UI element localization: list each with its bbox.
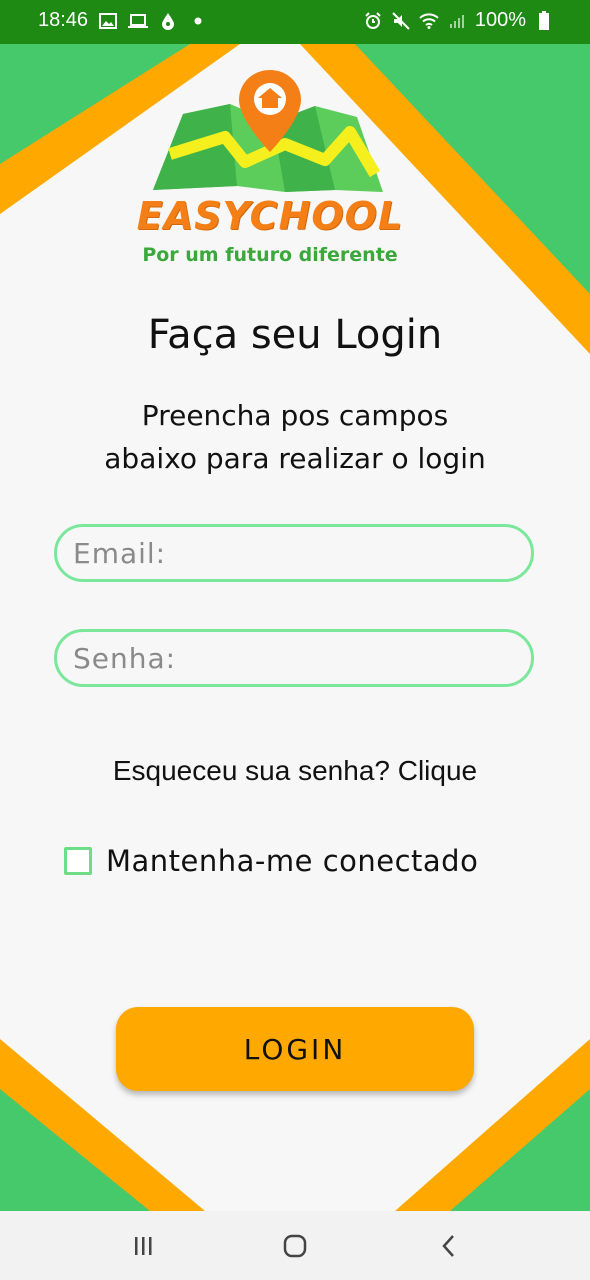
back-icon[interactable] xyxy=(432,1229,466,1263)
remember-me-checkbox[interactable] xyxy=(64,847,92,875)
subtitle-line-2: abaixo para realizar o login xyxy=(104,442,486,475)
status-left: 18:46 xyxy=(38,9,208,32)
remember-me[interactable]: Mantenha-me conectado xyxy=(64,844,478,878)
dot-icon xyxy=(188,11,208,31)
subtitle-line-1: Preencha pos campos xyxy=(141,399,449,432)
signal-icon xyxy=(447,11,467,31)
recent-apps-icon[interactable] xyxy=(126,1229,160,1263)
app-logo: EASYCHOOL Por um futuro diferente xyxy=(135,62,405,272)
forgot-password-link[interactable]: Esqueceu sua senha? Clique xyxy=(0,755,590,787)
status-right: 100% xyxy=(363,9,554,32)
login-button[interactable]: LOGIN xyxy=(116,1007,474,1091)
email-field[interactable] xyxy=(54,524,534,582)
image-icon xyxy=(98,11,118,31)
battery-percent: 100% xyxy=(474,9,526,31)
password-input[interactable] xyxy=(71,640,531,676)
logo-wordmark: EASYCHOOL xyxy=(136,194,404,238)
logo-tagline: Por um futuro diferente xyxy=(142,244,398,266)
email-input[interactable] xyxy=(71,535,531,571)
laptop-icon xyxy=(128,11,149,31)
battery-icon xyxy=(534,10,554,31)
status-bar: 18:46 100% xyxy=(0,0,590,44)
drop-icon xyxy=(158,11,178,31)
wifi-icon xyxy=(419,11,439,31)
remember-me-label[interactable]: Mantenha-me conectado xyxy=(106,844,478,878)
status-time: 18:46 xyxy=(38,9,89,31)
home-icon[interactable] xyxy=(278,1229,312,1263)
page-subtitle: Preencha pos campos abaixo para realizar… xyxy=(40,394,550,480)
password-field[interactable] xyxy=(54,629,534,687)
mute-icon xyxy=(391,11,411,31)
navigation-bar xyxy=(0,1211,590,1280)
map-pin-logo-icon xyxy=(153,70,383,192)
alarm-icon xyxy=(363,11,383,31)
page-title: Faça seu Login xyxy=(147,312,443,358)
